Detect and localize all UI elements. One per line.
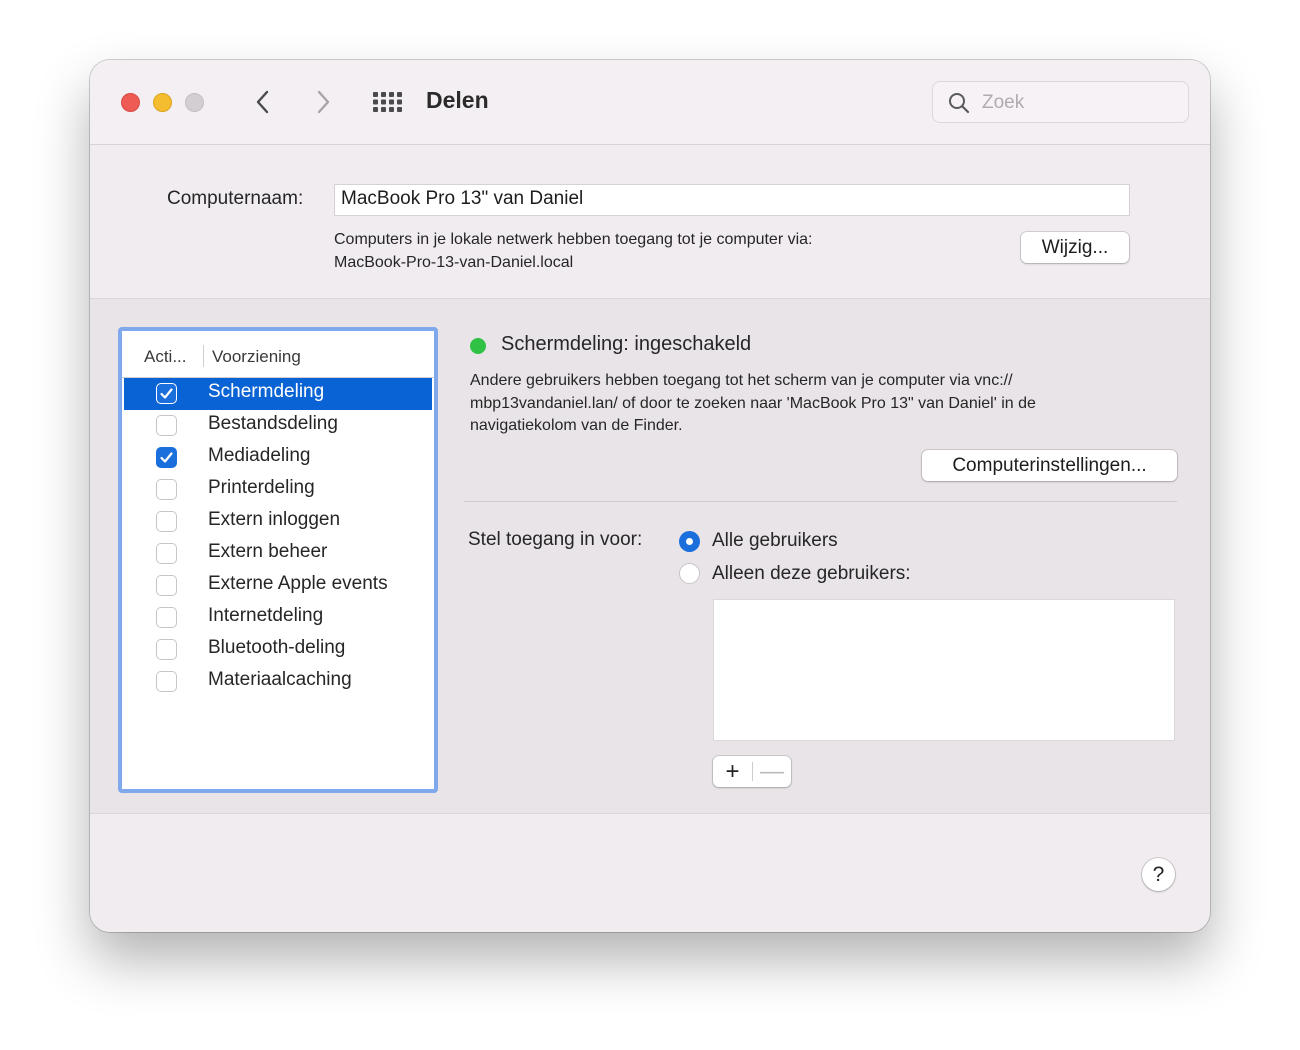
checkmark-icon <box>160 452 173 463</box>
remove-user-button[interactable]: — <box>753 756 791 787</box>
description-line: Andere gebruikers hebben toegang tot het… <box>470 372 1013 389</box>
edit-hostname-button[interactable]: Wijzig... <box>1021 232 1129 263</box>
column-divider <box>203 345 204 367</box>
service-row-printerdeling[interactable]: Printerdeling <box>124 474 432 506</box>
allowed-users-list[interactable] <box>713 599 1175 741</box>
service-label: Externe Apple events <box>208 573 388 594</box>
footer-area <box>90 814 1210 932</box>
search-placeholder: Zoek <box>982 92 1025 113</box>
radio-only-these-users-label[interactable]: Alleen deze gebruikers: <box>712 563 911 585</box>
service-label: Bluetooth-deling <box>208 637 346 658</box>
service-checkbox[interactable] <box>156 479 177 500</box>
service-checkbox[interactable] <box>156 607 177 628</box>
service-row-schermdeling[interactable]: Schermdeling <box>124 378 432 410</box>
service-checkbox[interactable] <box>156 575 177 596</box>
close-window-button[interactable] <box>121 93 140 112</box>
service-label: Extern beheer <box>208 541 328 562</box>
checkmark-icon <box>160 388 173 399</box>
add-user-button[interactable]: + <box>713 756 752 787</box>
radio-only-these-users[interactable] <box>679 563 700 584</box>
search-icon <box>949 93 970 114</box>
service-row-materiaalcaching[interactable]: Materiaalcaching <box>124 666 432 698</box>
service-label: Bestandsdeling <box>208 413 338 434</box>
description-line: mbp13vandaniel.lan/ of door te zoeken na… <box>470 394 1036 412</box>
service-checkbox[interactable] <box>156 639 177 660</box>
access-label: Stel toegang in voor: <box>468 529 643 550</box>
titlebar: Delen Zoek <box>90 60 1210 145</box>
show-all-button[interactable] <box>370 88 404 116</box>
service-row-externe-apple-events[interactable]: Externe Apple events <box>124 570 432 602</box>
radio-all-users-label[interactable]: Alle gebruikers <box>712 530 838 552</box>
service-label: Printerdeling <box>208 477 315 498</box>
system-preferences-window: Delen Zoek Computernaam: MacBook Pro 13"… <box>90 60 1210 932</box>
chevron-left-icon <box>256 90 269 114</box>
minimize-window-button[interactable] <box>153 93 172 112</box>
local-hostname: MacBook-Pro-13-van-Daniel.local <box>334 254 574 271</box>
chevron-right-icon <box>317 90 330 114</box>
service-checkbox[interactable] <box>156 447 177 468</box>
service-checkbox[interactable] <box>156 415 177 436</box>
service-label: Extern inloggen <box>208 509 341 530</box>
computer-name-section <box>90 145 1210 298</box>
radio-all-users[interactable] <box>679 531 700 552</box>
service-row-extern-beheer[interactable]: Extern beheer <box>124 538 432 570</box>
service-checkbox[interactable] <box>156 511 177 532</box>
service-row-mediadeling[interactable]: Mediadeling <box>124 442 432 474</box>
search-field[interactable]: Zoek <box>932 81 1189 123</box>
service-row-bluetooth-deling[interactable]: Bluetooth-deling <box>124 634 432 666</box>
back-button[interactable] <box>248 84 278 120</box>
network-info-text: Computers in je lokale netwerk hebben to… <box>334 231 813 248</box>
service-label: Materiaalcaching <box>208 669 352 690</box>
help-button[interactable]: ? <box>1142 858 1175 891</box>
service-description: Andere gebruikers hebben toegang tot het… <box>470 370 1160 438</box>
computer-name-input[interactable]: MacBook Pro 13" van Daniel <box>334 184 1130 216</box>
zoom-window-button[interactable] <box>185 93 204 112</box>
computer-settings-button[interactable]: Computerinstellingen... <box>922 450 1177 481</box>
service-checkbox[interactable] <box>156 543 177 564</box>
column-header-active[interactable]: Acti... <box>144 347 187 367</box>
service-row-bestandsdeling[interactable]: Bestandsdeling <box>124 410 432 442</box>
service-checkbox[interactable] <box>156 383 177 404</box>
service-label: Internetdeling <box>208 605 324 626</box>
service-checkbox[interactable] <box>156 671 177 692</box>
service-status: Schermdeling: ingeschakeld <box>501 333 752 355</box>
computer-name-label: Computernaam: <box>167 188 304 209</box>
services-list[interactable]: Acti... Voorziening Schermdeling Bestand… <box>118 327 438 793</box>
column-header-service[interactable]: Voorziening <box>212 347 301 367</box>
service-row-internetdeling[interactable]: Internetdeling <box>124 602 432 634</box>
service-label: Mediadeling <box>208 445 311 466</box>
network-address-info: Computers in je lokale netwerk hebben to… <box>334 228 813 274</box>
grid-icon <box>373 92 402 112</box>
status-indicator <box>470 338 486 354</box>
window-title: Delen <box>426 87 489 113</box>
section-divider <box>464 501 1177 502</box>
description-line: navigatiekolom van de Finder. <box>470 417 683 434</box>
service-row-extern-inloggen[interactable]: Extern inloggen <box>124 506 432 538</box>
user-list-controls: + — <box>713 756 791 787</box>
forward-button[interactable] <box>308 84 338 120</box>
services-list-header: Acti... Voorziening <box>122 331 434 378</box>
service-label: Schermdeling <box>208 381 325 402</box>
